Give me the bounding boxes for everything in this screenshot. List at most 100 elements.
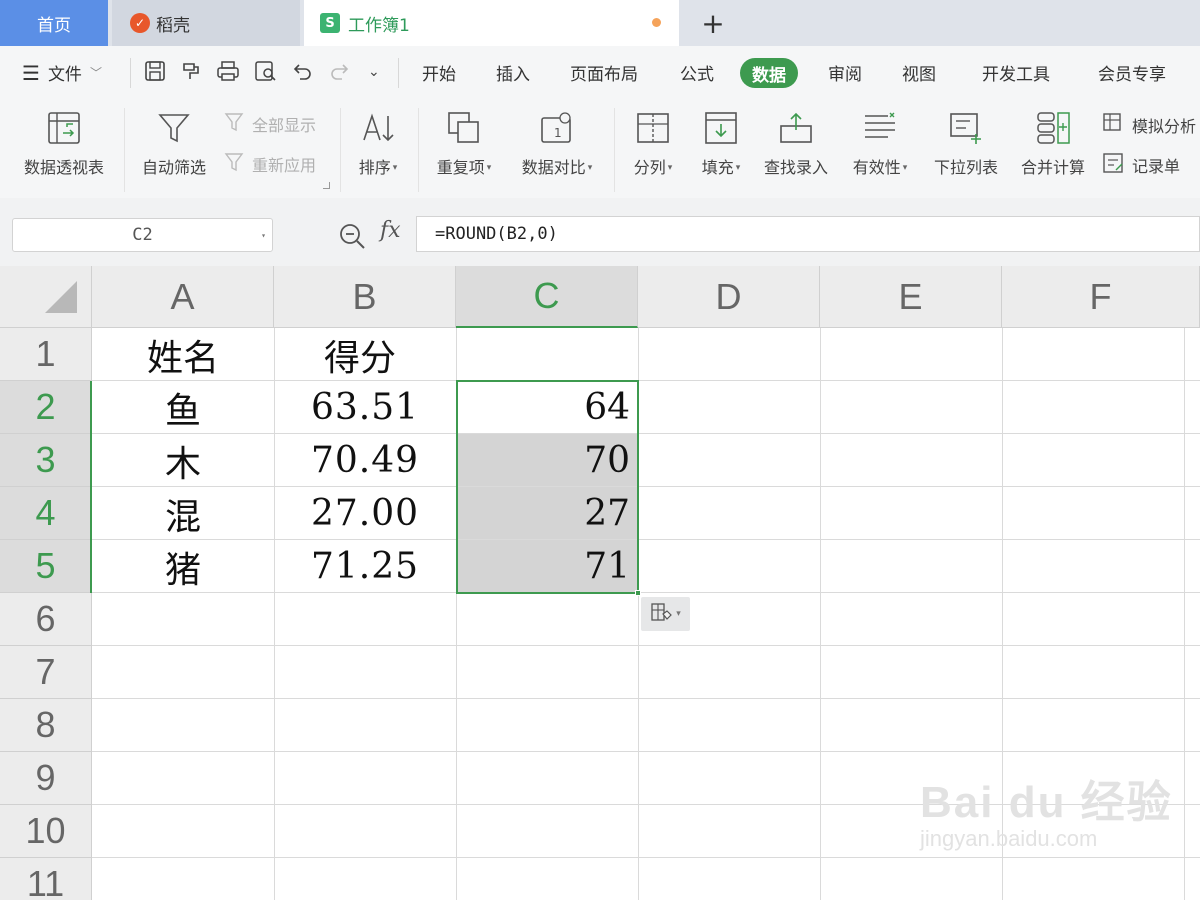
validity-label: 有效性 ▾	[852, 158, 908, 177]
cell-b1[interactable]: 得分	[274, 328, 456, 381]
print-icon[interactable]	[216, 60, 240, 87]
pivot-table-label: 数据透视表	[23, 158, 104, 177]
find-entry-button[interactable]: 查找录入	[758, 100, 834, 198]
tab-review[interactable]: 审阅	[828, 60, 862, 85]
formula-bar: C2 ▾ fx =ROUND(B2,0)	[0, 198, 1200, 266]
gridline	[92, 751, 1200, 752]
autofilter-label: 自动筛选	[141, 158, 206, 177]
ribbon-data: 数据透视表 自动筛选 全部显示 重新应用 排序 ▾ 重复项 ▾ 1 数据对比 ▾…	[0, 100, 1200, 198]
simulate-analysis-button[interactable]: 模拟分析	[1102, 112, 1196, 138]
pivot-table-button[interactable]: 数据透视表	[16, 100, 112, 198]
tab-daoke[interactable]: ✓ 稻壳	[112, 0, 300, 46]
insert-function-button[interactable]: fx	[380, 218, 401, 243]
validity-button[interactable]: 有效性 ▾	[844, 100, 916, 198]
data-compare-button[interactable]: 1 数据对比 ▾	[512, 100, 602, 198]
simulate-analysis-icon	[1102, 112, 1126, 138]
row-header-2[interactable]: 2	[0, 381, 92, 434]
row-header-7[interactable]: 7	[0, 646, 92, 699]
sort-button[interactable]: 排序 ▾	[348, 100, 408, 198]
fill-label: 填充 ▾	[701, 158, 741, 177]
split-column-button[interactable]: 分列 ▾	[624, 100, 682, 198]
cell-b2[interactable]: 63.51	[274, 381, 456, 434]
file-menu-button[interactable]: ☰ 文件 ﹀	[22, 60, 102, 86]
format-painter-icon[interactable]	[180, 60, 202, 87]
show-all-label: 全部显示	[252, 116, 317, 135]
cell-b4[interactable]: 27.00	[274, 487, 456, 540]
record-form-button[interactable]: 记录单	[1102, 152, 1180, 178]
row-header-5[interactable]: 5	[0, 540, 92, 593]
column-header-f[interactable]: F	[1002, 266, 1200, 328]
redo-icon[interactable]	[328, 60, 350, 87]
tab-view[interactable]: 视图	[902, 60, 936, 85]
gridline	[92, 645, 1200, 646]
filter-dialog-launcher[interactable]	[323, 182, 330, 189]
cell-b5[interactable]: 71.25	[274, 540, 456, 593]
fill-options-icon	[650, 601, 673, 627]
select-all-button[interactable]	[0, 266, 92, 328]
simulate-analysis-label: 模拟分析	[1132, 117, 1197, 136]
fill-handle[interactable]	[635, 590, 641, 596]
column-header-c[interactable]: C	[456, 266, 638, 328]
menu-row: ☰ 文件 ﹀ ⌄ 开始 插入 页面布局 公式 数据 审阅 视图 开发工具 会员专…	[0, 46, 1200, 100]
fill-down-icon	[701, 108, 741, 148]
row-header-4[interactable]: 4	[0, 487, 92, 540]
column-header-d[interactable]: D	[638, 266, 820, 328]
row-header-9[interactable]: 9	[0, 752, 92, 805]
column-header-e[interactable]: E	[820, 266, 1002, 328]
divider	[398, 58, 399, 88]
chevron-down-icon: ▾	[676, 609, 681, 619]
tab-data[interactable]: 数据	[740, 58, 798, 88]
row-header-10[interactable]: 10	[0, 805, 92, 858]
tab-developer[interactable]: 开发工具	[982, 60, 1050, 85]
formula-input[interactable]: =ROUND(B2,0)	[416, 216, 1200, 252]
consolidate-button[interactable]: 合并计算	[1014, 100, 1092, 198]
show-all-button[interactable]: 全部显示	[224, 112, 316, 136]
tab-workbook[interactable]: S 工作簿1	[304, 0, 679, 46]
new-tab-button[interactable]: +	[698, 6, 728, 40]
duplicates-button[interactable]: 重复项 ▾	[428, 100, 500, 198]
cell-a1[interactable]: 姓名	[92, 328, 274, 381]
autofilter-button[interactable]: 自动筛选	[134, 100, 214, 198]
cell-a4[interactable]: 混	[92, 487, 274, 540]
tab-member[interactable]: 会员专享	[1098, 60, 1166, 85]
tab-page-layout[interactable]: 页面布局	[570, 60, 638, 85]
cell-b3[interactable]: 70.49	[274, 434, 456, 487]
divider	[124, 108, 125, 192]
fill-options-button[interactable]: ▾	[641, 597, 690, 631]
divider	[614, 108, 615, 192]
column-header-b[interactable]: B	[274, 266, 456, 328]
cell-a3[interactable]: 木	[92, 434, 274, 487]
column-header-a[interactable]: A	[92, 266, 274, 328]
row-header-8[interactable]: 8	[0, 699, 92, 752]
fill-button[interactable]: 填充 ▾	[692, 100, 750, 198]
zoom-icon[interactable]	[338, 222, 366, 254]
find-entry-icon	[776, 108, 816, 148]
reapply-button[interactable]: 重新应用	[224, 152, 316, 176]
split-column-label: 分列 ▾	[633, 158, 673, 177]
hamburger-icon: ☰	[22, 60, 40, 85]
dropdown-list-button[interactable]: 下拉列表	[926, 100, 1006, 198]
row-header-3[interactable]: 3	[0, 434, 92, 487]
quick-access-more-icon[interactable]: ⌄	[368, 64, 380, 80]
row-header-11[interactable]: 11	[0, 858, 92, 900]
data-compare-label: 数据对比 ▾	[521, 158, 593, 177]
print-preview-icon[interactable]	[254, 60, 278, 87]
unsaved-dot-icon	[652, 18, 661, 27]
save-icon[interactable]	[144, 60, 166, 87]
tab-insert[interactable]: 插入	[496, 60, 530, 85]
spreadsheet-grid[interactable]: A B C D E F 1 2 3 4 5 6 7 8 9 10 11 姓名 得…	[0, 266, 1200, 900]
filter-refresh-icon	[224, 152, 246, 176]
filter-icon	[154, 108, 194, 148]
tab-formulas[interactable]: 公式	[680, 60, 714, 85]
row-header-1[interactable]: 1	[0, 328, 92, 381]
cell-a2[interactable]: 鱼	[92, 381, 274, 434]
consolidate-icon	[1033, 108, 1073, 148]
row-header-6[interactable]: 6	[0, 593, 92, 646]
tab-start[interactable]: 开始	[422, 60, 456, 85]
chevron-down-icon[interactable]: ▾	[261, 231, 266, 240]
name-box[interactable]: C2 ▾	[12, 218, 273, 252]
cell-a5[interactable]: 猪	[92, 540, 274, 593]
undo-icon[interactable]	[292, 60, 314, 87]
tab-home[interactable]: 首页	[0, 0, 108, 46]
watermark-brand: Bai du 经验	[920, 778, 1173, 827]
